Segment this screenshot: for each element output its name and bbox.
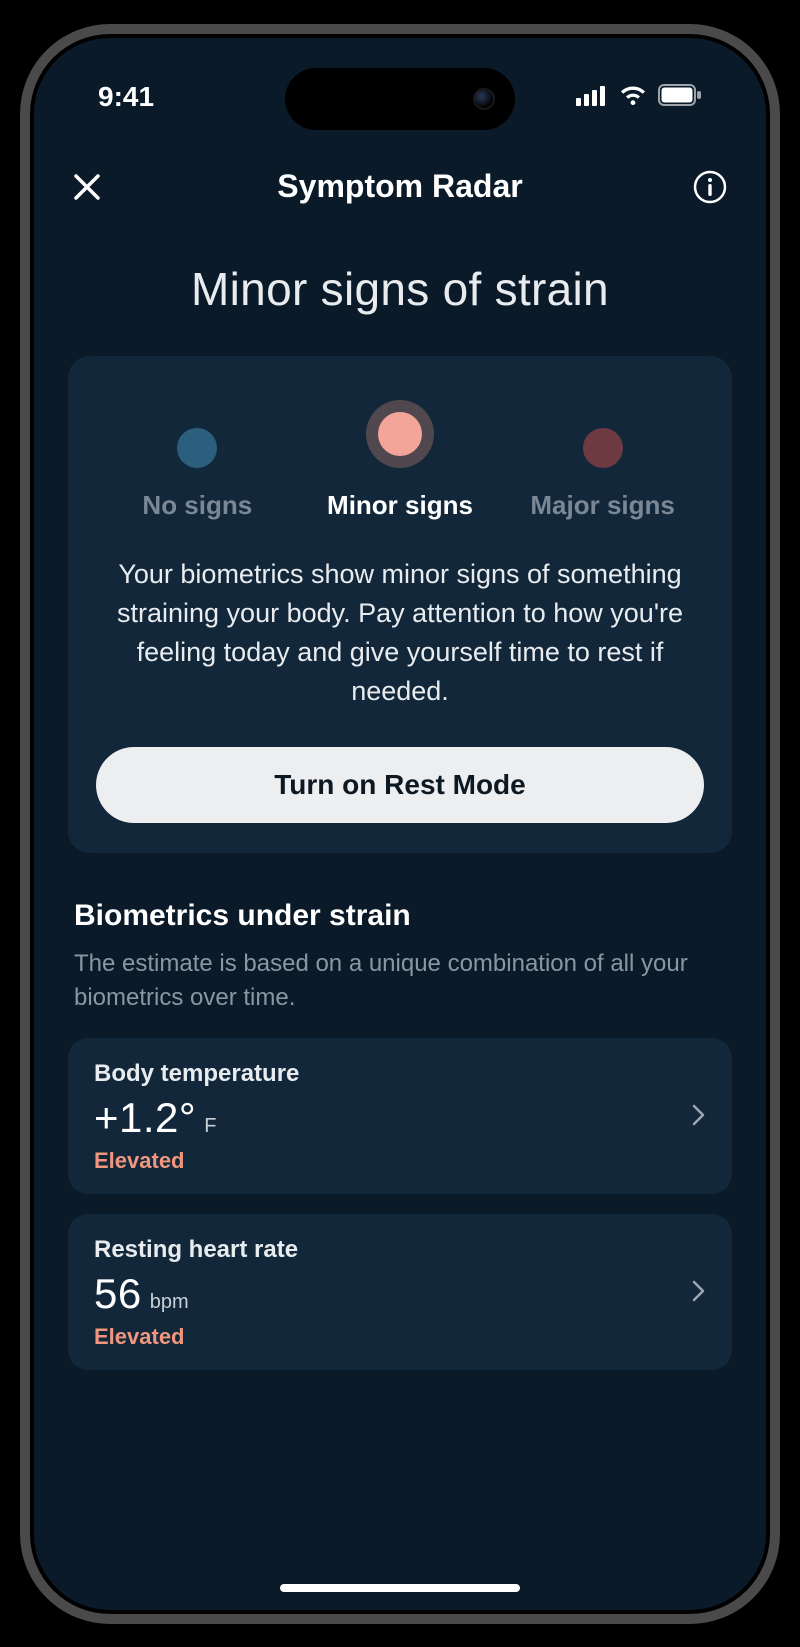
cellular-icon xyxy=(576,81,608,113)
nav-bar: Symptom Radar xyxy=(38,152,762,222)
level-no-signs[interactable]: No signs xyxy=(97,428,298,521)
chevron-right-icon xyxy=(692,1104,706,1131)
home-indicator[interactable] xyxy=(280,1584,520,1592)
dot-icon xyxy=(177,428,217,468)
metric-body-temperature[interactable]: Body temperature +1.2° F Elevated xyxy=(68,1038,732,1194)
dot-active-halo xyxy=(366,400,434,468)
severity-levels: No signs Minor signs Major signs xyxy=(96,400,704,521)
battery-icon xyxy=(658,81,702,113)
camera-icon xyxy=(473,88,495,110)
metric-unit: bpm xyxy=(150,1291,189,1314)
screen-title: Symptom Radar xyxy=(38,168,762,205)
metric-name: Resting heart rate xyxy=(94,1236,298,1264)
chevron-right-icon xyxy=(692,1280,706,1307)
page-title: Minor signs of strain xyxy=(68,262,732,316)
metric-status: Elevated xyxy=(94,1324,298,1350)
biometrics-section-subtitle: The estimate is based on a unique combin… xyxy=(68,947,732,1014)
metric-status: Elevated xyxy=(94,1148,299,1174)
level-label: Minor signs xyxy=(327,490,473,521)
radar-card: No signs Minor signs Major signs Your bi… xyxy=(68,356,732,854)
level-label: Major signs xyxy=(530,490,674,521)
wifi-icon xyxy=(618,81,648,113)
radar-description: Your biometrics show minor signs of some… xyxy=(96,555,704,712)
metric-unit: F xyxy=(204,1115,216,1138)
dot-icon xyxy=(583,428,623,468)
status-time: 9:41 xyxy=(98,81,154,113)
level-minor-signs[interactable]: Minor signs xyxy=(300,400,501,521)
level-label: No signs xyxy=(142,490,252,521)
dot-icon xyxy=(378,412,422,456)
biometrics-section-title: Biometrics under strain xyxy=(68,899,732,933)
level-major-signs[interactable]: Major signs xyxy=(502,428,703,521)
metric-name: Body temperature xyxy=(94,1060,299,1088)
content-area: Minor signs of strain No signs Minor sig… xyxy=(38,232,762,1576)
info-icon[interactable] xyxy=(692,169,728,205)
rest-mode-button[interactable]: Turn on Rest Mode xyxy=(96,747,704,823)
close-icon[interactable] xyxy=(72,172,102,202)
phone-frame: 9:41 Symptom Radar xyxy=(20,24,780,1624)
metric-value: 56 xyxy=(94,1270,142,1318)
metric-resting-heart-rate[interactable]: Resting heart rate 56 bpm Elevated xyxy=(68,1214,732,1370)
dynamic-island xyxy=(285,68,515,130)
metric-value: +1.2° xyxy=(94,1094,196,1142)
